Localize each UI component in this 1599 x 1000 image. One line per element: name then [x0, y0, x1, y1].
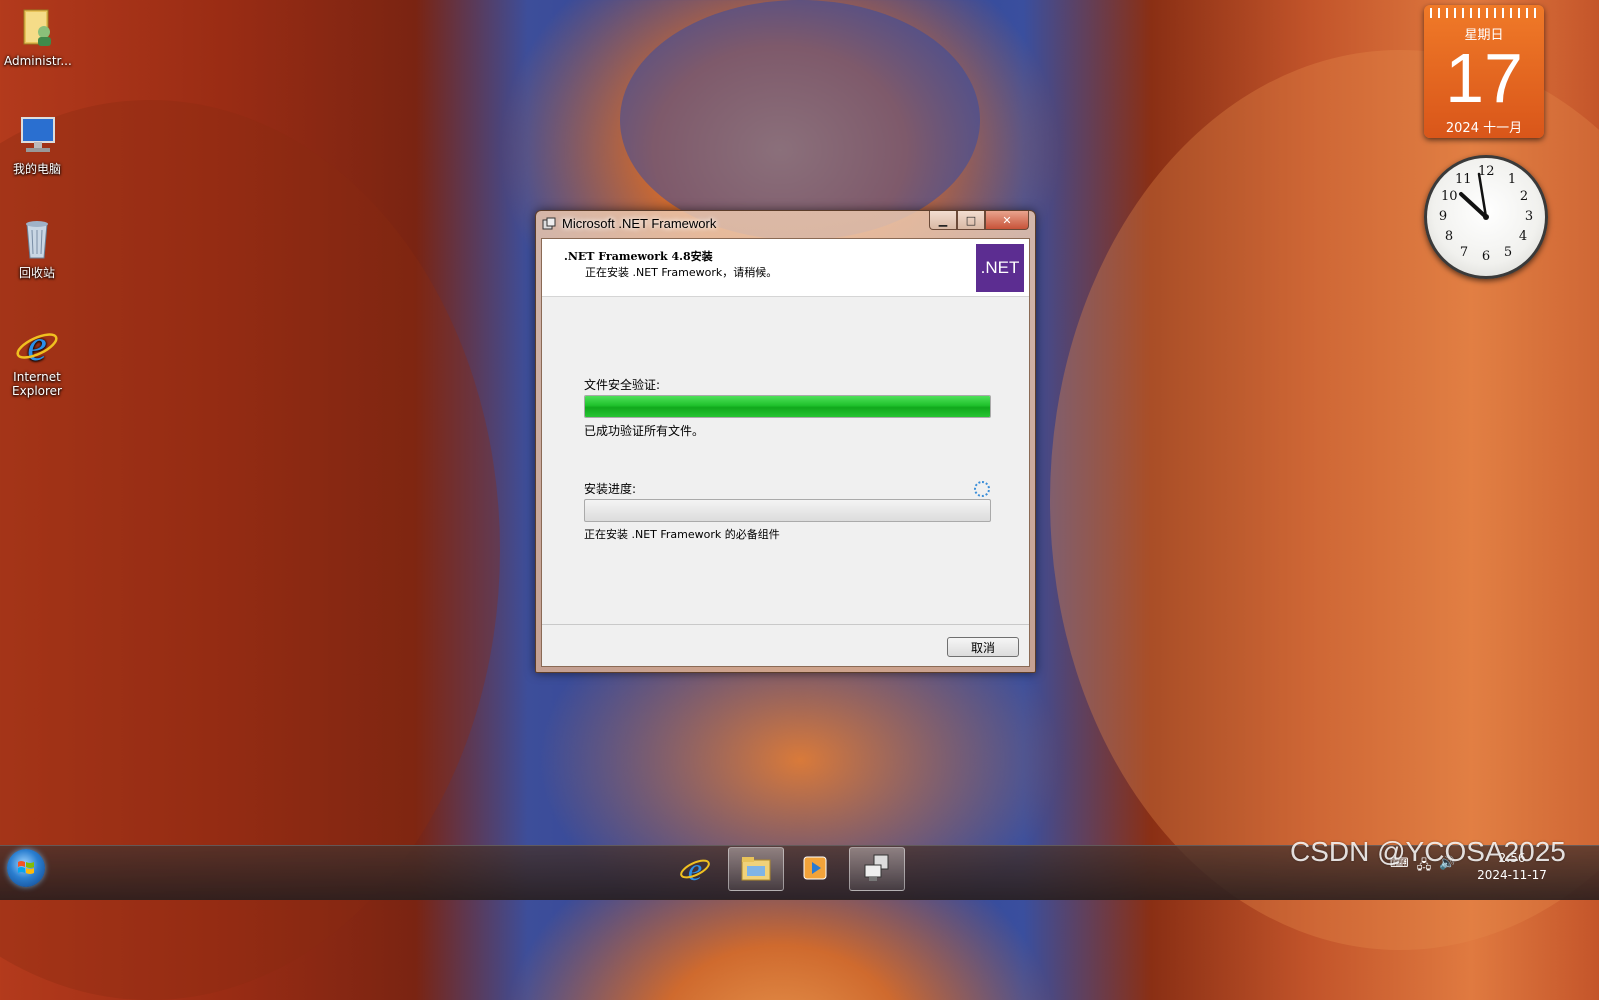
- maximize-icon: □: [965, 213, 977, 227]
- dotnet-installer-window: Microsoft .NET Framework ▁ □ ✕ .NET Fram…: [535, 210, 1036, 673]
- explorer-icon: [741, 857, 771, 881]
- taskbar-explorer-button[interactable]: [728, 847, 784, 891]
- verify-progress-fill: [585, 396, 990, 417]
- verify-status: 已成功验证所有文件。: [584, 424, 705, 438]
- install-status: 正在安装 .NET Framework 的必备组件: [584, 528, 780, 541]
- calendar-rings: [1430, 8, 1538, 18]
- taskbar-media-player-button[interactable]: [788, 847, 842, 889]
- install-progress-bar: [584, 499, 991, 522]
- clock-gadget[interactable]: 12 1 2 3 4 5 6 7 8 9 10 11: [1424, 155, 1548, 279]
- desktop-icon-label: 回收站: [18, 266, 55, 280]
- window-title: Microsoft .NET Framework: [562, 216, 717, 231]
- maximize-button[interactable]: □: [957, 211, 985, 230]
- start-button[interactable]: [7, 849, 45, 887]
- calendar-gadget[interactable]: 星期日 17 2024 十一月: [1424, 5, 1544, 138]
- recycle-bin-icon: [14, 216, 60, 262]
- calendar-year-month: 2024 十一月: [1445, 121, 1523, 136]
- verify-label: 文件安全验证:: [584, 378, 661, 392]
- desktop-icon-label: Internet Explorer: [12, 370, 62, 398]
- dialog-header: .NET Framework 4.8安装 正在安装 .NET Framework…: [542, 239, 1029, 297]
- taskbar-network-app-button[interactable]: [849, 847, 905, 891]
- desktop-icon-label: Administr...: [4, 54, 72, 68]
- minimize-icon: ▁: [938, 213, 948, 227]
- dotnet-logo: .NET: [976, 244, 1024, 292]
- install-label: 安装进度:: [584, 482, 637, 496]
- desktop-icon-internet-explorer[interactable]: e Internet Explorer: [4, 321, 70, 398]
- watermark-text: CSDN @YCOSA2025: [1290, 836, 1566, 867]
- windows-logo-icon: [18, 861, 34, 874]
- verify-progress-bar: [584, 395, 991, 418]
- minimize-button[interactable]: ▁: [929, 211, 957, 230]
- svg-text:e: e: [688, 851, 702, 885]
- caption-buttons: ▁ □ ✕: [929, 211, 1029, 230]
- clock-hands: [1459, 172, 1489, 220]
- close-icon: ✕: [1002, 213, 1012, 227]
- cancel-button[interactable]: 取消: [947, 637, 1019, 657]
- ie-icon: e: [14, 321, 60, 370]
- calendar-day: 17: [1445, 39, 1523, 117]
- desktop-icon-administrator[interactable]: Administr...: [4, 6, 72, 68]
- header-subtitle: 正在安装 .NET Framework，请稍候。: [585, 266, 778, 279]
- user-folder-icon: [14, 6, 60, 52]
- network-app-icon: [864, 854, 889, 881]
- wallpaper-stripe: [620, 0, 980, 240]
- desktop-icon-recycle-bin[interactable]: 回收站: [4, 216, 70, 281]
- ie-icon: e: [680, 851, 710, 885]
- footer-divider: [542, 624, 1029, 625]
- taskbar-date: 2024-11-17: [1477, 868, 1547, 882]
- installer-app-icon: [542, 217, 556, 230]
- computer-icon: [14, 112, 60, 158]
- busy-spinner-icon: [974, 481, 990, 497]
- taskbar-ie-button[interactable]: e: [668, 847, 722, 889]
- dialog-client-area: .NET Framework 4.8安装 正在安装 .NET Framework…: [541, 238, 1030, 667]
- media-player-icon: [803, 856, 827, 880]
- header-title: .NET Framework 4.8安装: [564, 250, 713, 263]
- close-button[interactable]: ✕: [985, 211, 1029, 230]
- desktop-icon-label: 我的电脑: [12, 162, 61, 176]
- svg-text:e: e: [27, 322, 47, 368]
- desktop-icon-my-computer[interactable]: 我的电脑: [4, 112, 70, 177]
